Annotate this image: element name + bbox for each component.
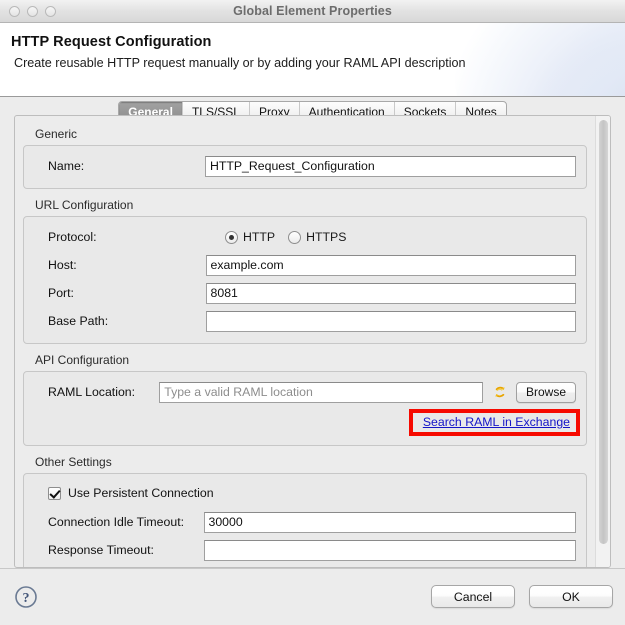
- persistent-connection-label: Use Persistent Connection: [68, 486, 214, 500]
- row-host: Host:: [34, 253, 576, 277]
- base-path-input[interactable]: [206, 311, 576, 332]
- protocol-label: Protocol:: [34, 230, 211, 244]
- row-name: Name:: [34, 154, 576, 178]
- zoom-button[interactable]: [45, 6, 56, 17]
- group-generic-title: Generic: [23, 122, 587, 145]
- settings-content: Generic Name: URL Configuration Protocol…: [15, 116, 595, 568]
- base-path-label: Base Path:: [34, 314, 206, 328]
- row-persistent-connection[interactable]: Use Persistent Connection: [34, 482, 576, 504]
- group-other-body: Use Persistent Connection Connection Idl…: [23, 473, 587, 568]
- page-title: HTTP Request Configuration: [0, 23, 625, 50]
- dialog-header: HTTP Request Configuration Create reusab…: [0, 23, 625, 97]
- radio-https[interactable]: HTTPS: [288, 230, 346, 244]
- row-exchange-link: Search RAML in Exchange: [34, 409, 576, 435]
- exchange-link-highlight: Search RAML in Exchange: [409, 409, 580, 436]
- dialog-footer: ? Cancel OK: [0, 568, 625, 625]
- response-timeout-label: Response Timeout:: [34, 543, 204, 557]
- persistent-connection-checkbox[interactable]: [48, 487, 61, 500]
- footer-button-group: Cancel OK: [431, 585, 613, 608]
- ok-button[interactable]: OK: [529, 585, 613, 608]
- vertical-scrollbar[interactable]: [595, 116, 610, 567]
- group-api-configuration: API Configuration RAML Location:: [23, 348, 587, 446]
- radio-http-label: HTTP: [243, 230, 275, 244]
- name-label: Name:: [34, 159, 205, 173]
- cancel-button[interactable]: Cancel: [431, 585, 515, 608]
- idle-timeout-label: Connection Idle Timeout:: [34, 515, 204, 529]
- row-raml-location: RAML Location: Browse: [34, 380, 576, 404]
- browse-button[interactable]: Browse: [516, 382, 576, 403]
- page-subtitle: Create reusable HTTP request manually or…: [0, 50, 625, 70]
- group-url-configuration: URL Configuration Protocol: HTTP HTTPS: [23, 193, 587, 344]
- close-button[interactable]: [9, 6, 20, 17]
- group-generic-body: Name:: [23, 145, 587, 189]
- group-other-settings: Other Settings Use Persistent Connection…: [23, 450, 587, 568]
- protocol-radio-group: HTTP HTTPS: [211, 230, 346, 244]
- group-api-body: RAML Location: Browse: [23, 371, 587, 446]
- search-raml-in-exchange-link[interactable]: Search RAML in Exchange: [423, 415, 570, 429]
- window-titlebar: Global Element Properties: [0, 0, 625, 23]
- window-controls: [9, 6, 56, 17]
- help-question-icon[interactable]: ?: [14, 585, 38, 612]
- raml-location-input[interactable]: [159, 382, 483, 403]
- refresh-arrows-icon[interactable]: [492, 384, 508, 400]
- group-url-body: Protocol: HTTP HTTPS: [23, 216, 587, 344]
- host-input[interactable]: [206, 255, 576, 276]
- row-base-path: Base Path:: [34, 309, 576, 333]
- response-timeout-input[interactable]: [204, 540, 577, 561]
- radio-https-label: HTTPS: [306, 230, 346, 244]
- group-api-title: API Configuration: [23, 348, 587, 371]
- row-protocol: Protocol: HTTP HTTPS: [34, 225, 576, 249]
- minimize-button[interactable]: [27, 6, 38, 17]
- settings-scroll-panel: Generic Name: URL Configuration Protocol…: [14, 115, 611, 568]
- radio-http-icon[interactable]: [225, 231, 238, 244]
- port-label: Port:: [34, 286, 206, 300]
- name-input[interactable]: [205, 156, 576, 177]
- svg-text:?: ?: [23, 591, 30, 606]
- idle-timeout-input[interactable]: [204, 512, 577, 533]
- row-response-timeout: Response Timeout:: [34, 538, 576, 562]
- radio-https-icon[interactable]: [288, 231, 301, 244]
- group-generic: Generic Name:: [23, 122, 587, 189]
- row-idle-timeout: Connection Idle Timeout:: [34, 510, 576, 534]
- group-url-title: URL Configuration: [23, 193, 587, 216]
- raml-location-label: RAML Location:: [34, 385, 159, 399]
- global-element-properties-dialog: Global Element Properties HTTP Request C…: [0, 0, 625, 625]
- host-label: Host:: [34, 258, 206, 272]
- group-other-title: Other Settings: [23, 450, 587, 473]
- port-input[interactable]: [206, 283, 576, 304]
- window-title: Global Element Properties: [0, 4, 625, 18]
- row-port: Port:: [34, 281, 576, 305]
- scrollbar-thumb[interactable]: [599, 120, 608, 544]
- radio-http[interactable]: HTTP: [225, 230, 275, 244]
